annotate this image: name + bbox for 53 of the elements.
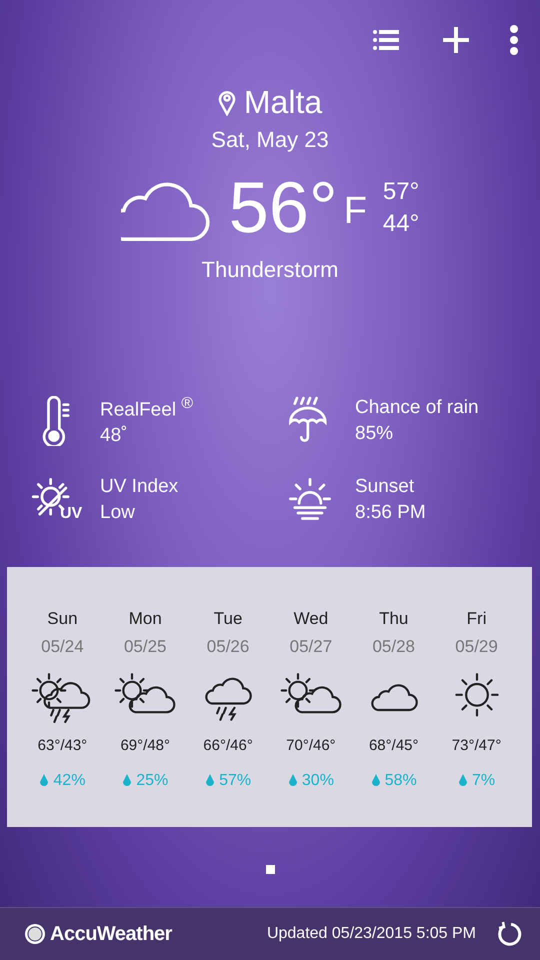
detail-value: 85% (355, 423, 394, 446)
rain-chance: 30% (302, 772, 334, 790)
high-temperature: 57° (382, 178, 420, 206)
location-pin-icon (218, 90, 236, 116)
forecast-day: Fri (466, 609, 486, 630)
low-temperature: 44° (382, 210, 420, 238)
add-icon[interactable] (440, 24, 472, 56)
updated-label: Updated 05/23/2015 5:05 PM (266, 925, 476, 943)
forecast-date: 05/26 (206, 637, 250, 658)
refresh-icon[interactable] (496, 921, 522, 947)
detail-label: Sunset (355, 476, 416, 498)
forecast-day: Sun (47, 609, 78, 630)
forecast-day: Thu (379, 609, 408, 630)
forecast-date: 05/25 (124, 637, 167, 658)
forecast-date: 05/24 (41, 637, 84, 658)
condition-label: Thunderstorm (200, 257, 340, 283)
detail-value: 48˚ (100, 425, 128, 448)
raindrop-icon (122, 774, 132, 788)
date-label: Sat, May 23 (210, 127, 330, 153)
rain-chance: 42% (53, 772, 86, 790)
forecast-date: 05/29 (455, 637, 498, 658)
rain-chance: 7% (472, 772, 496, 790)
forecast-temperatures: 63°/43° (38, 737, 88, 754)
sun-logo-icon (24, 923, 46, 945)
raindrop-icon (458, 774, 468, 788)
rain-chance: 25% (136, 772, 168, 790)
raindrop-icon (370, 774, 381, 788)
forecast-day: Wed (294, 609, 328, 630)
raindrop-icon (205, 774, 216, 788)
forecast-date: 05/27 (290, 637, 332, 658)
forecast-day: Mon (128, 609, 162, 630)
more-icon[interactable] (510, 24, 518, 56)
brand-name: AccuWeather (50, 922, 172, 946)
forecast-temperatures: 69°/48° (120, 737, 170, 754)
raindrop-icon (288, 774, 298, 788)
location-name: Malta (244, 84, 322, 121)
raindrop-icon (39, 774, 50, 788)
forecast-temperatures: 73°/47° (452, 737, 502, 754)
page-indicator[interactable] (266, 865, 274, 874)
temperature-unit: F (344, 190, 367, 233)
detail-label: UV Index (100, 476, 178, 498)
rain-chance: 57% (219, 772, 252, 790)
detail-value: 8:56 PM (355, 502, 426, 524)
forecast-temperatures: 68°/45° (368, 737, 419, 754)
detail-label: RealFeel $^{®}$ (100, 395, 193, 422)
rain-chance: 58% (384, 772, 417, 790)
current-temperature: 56° (228, 167, 338, 249)
detail-label: Chance of rain (355, 397, 479, 420)
forecast-temperatures: 66°/46° (203, 737, 253, 754)
detail-value: Low (100, 502, 136, 524)
forecast-day: Tue (214, 609, 242, 630)
forecast-date: 05/28 (372, 637, 416, 658)
forecast-temperatures: 70°/46° (286, 737, 336, 754)
